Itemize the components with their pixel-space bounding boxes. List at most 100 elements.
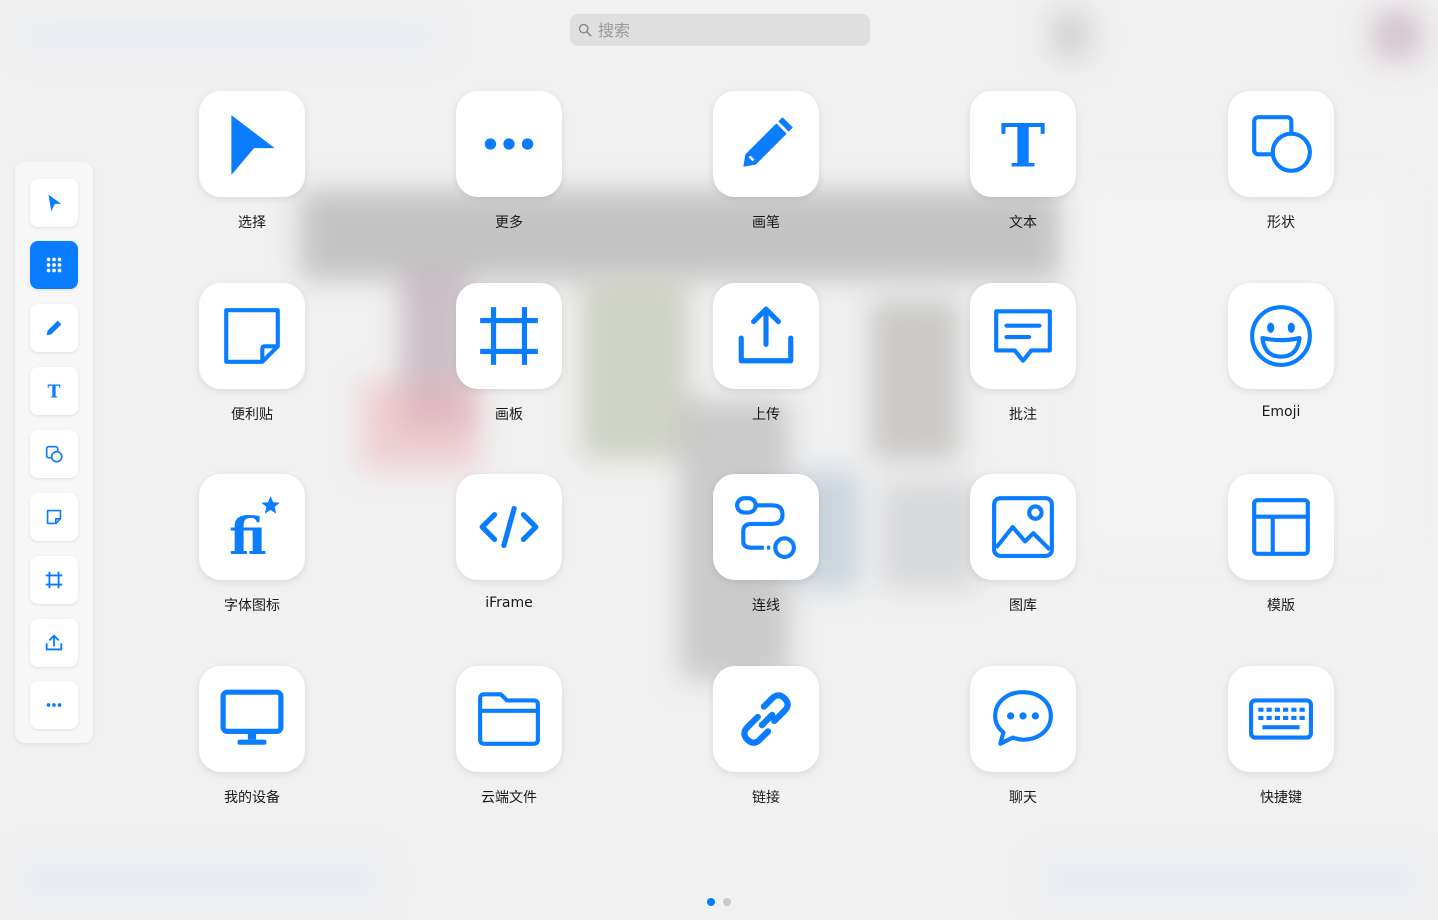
- text-t-icon: T: [1001, 112, 1046, 177]
- app-sticky-note[interactable]: 便利贴: [177, 283, 327, 433]
- search-input[interactable]: [598, 20, 858, 40]
- template-icon: [1252, 498, 1310, 556]
- app-label: 便利贴: [231, 407, 273, 423]
- app-tile[interactable]: [970, 283, 1076, 389]
- app-label: 画板: [495, 407, 523, 423]
- app-text[interactable]: T 文本: [948, 91, 1098, 241]
- tool-shape-button[interactable]: [30, 430, 78, 478]
- app-tile[interactable]: [1228, 474, 1334, 580]
- app-comment[interactable]: 批注: [948, 283, 1098, 433]
- text-t-icon: T: [48, 382, 61, 402]
- search-bar[interactable]: [570, 14, 870, 46]
- app-label: 云端文件: [481, 790, 537, 806]
- app-tile[interactable]: [1228, 91, 1334, 197]
- more-dots-icon: [484, 138, 534, 150]
- tool-sticky-button[interactable]: [30, 493, 78, 541]
- app-tile[interactable]: [199, 666, 305, 772]
- left-toolbar: T: [15, 162, 93, 743]
- app-iframe[interactable]: iFrame: [434, 474, 584, 624]
- keyboard-icon: [1249, 698, 1313, 740]
- app-tile[interactable]: [1228, 666, 1334, 772]
- tool-upload-button[interactable]: [30, 619, 78, 667]
- app-tile[interactable]: [1228, 283, 1334, 389]
- app-select[interactable]: 选择: [177, 91, 327, 241]
- app-label: 字体图标: [224, 598, 280, 614]
- app-tile[interactable]: [199, 283, 305, 389]
- app-cloud-files[interactable]: 云端文件: [434, 666, 584, 816]
- app-label: 模版: [1267, 598, 1295, 614]
- app-label: 链接: [752, 790, 780, 806]
- app-label: 文本: [1009, 215, 1037, 231]
- svg-text:T: T: [1001, 112, 1046, 177]
- app-label: 更多: [495, 215, 523, 231]
- svg-text:T: T: [48, 382, 61, 402]
- app-font-icon[interactable]: fi 字体图标: [177, 474, 327, 624]
- tool-select-button[interactable]: [30, 179, 78, 227]
- app-more[interactable]: 更多: [434, 91, 584, 241]
- app-label: Emoji: [1261, 404, 1301, 420]
- shapes-icon: [45, 445, 63, 463]
- grid-dots-icon: [46, 257, 62, 273]
- app-template[interactable]: 模版: [1206, 474, 1356, 624]
- tool-text-button[interactable]: T: [30, 367, 78, 415]
- app-tile[interactable]: [456, 91, 562, 197]
- app-frame[interactable]: 画板: [434, 283, 584, 433]
- app-label: 形状: [1267, 215, 1295, 231]
- app-tile[interactable]: [456, 666, 562, 772]
- app-tile[interactable]: [713, 474, 819, 580]
- page-dot-2[interactable]: [723, 898, 731, 906]
- shapes-icon: [1252, 115, 1312, 173]
- app-label: 聊天: [1009, 790, 1037, 806]
- app-tile[interactable]: [199, 91, 305, 197]
- tool-frame-button[interactable]: [30, 556, 78, 604]
- app-label: 我的设备: [224, 790, 280, 806]
- app-label: 上传: [752, 407, 780, 423]
- tool-more-button[interactable]: [30, 681, 78, 729]
- sticky-note-icon: [46, 509, 62, 525]
- app-my-device[interactable]: 我的设备: [177, 666, 327, 816]
- app-connector[interactable]: 连线: [691, 474, 841, 624]
- upload-icon: [45, 634, 63, 651]
- app-tile[interactable]: [713, 666, 819, 772]
- font-icon-icon: fi: [229, 496, 280, 560]
- monitor-icon: [220, 689, 284, 745]
- app-label: iFrame: [485, 595, 533, 611]
- pointer-icon: [48, 194, 62, 212]
- tool-pen-button[interactable]: [30, 304, 78, 352]
- app-shape[interactable]: 形状: [1206, 91, 1356, 241]
- page-dot-1[interactable]: [707, 898, 715, 906]
- sticky-note-icon: [224, 308, 280, 364]
- frame-icon: [45, 571, 63, 589]
- app-label: 连线: [752, 598, 780, 614]
- app-label: 批注: [1009, 407, 1037, 423]
- page-indicator: [707, 898, 731, 906]
- app-tile[interactable]: fi: [199, 474, 305, 580]
- app-tile[interactable]: [713, 91, 819, 197]
- code-icon: [479, 505, 539, 549]
- app-tile[interactable]: [970, 666, 1076, 772]
- app-label: 画笔: [752, 215, 780, 231]
- app-tile[interactable]: [456, 283, 562, 389]
- tool-apps-button[interactable]: [30, 241, 78, 289]
- app-label: 图库: [1009, 598, 1037, 614]
- app-emoji[interactable]: Emoji: [1206, 283, 1356, 433]
- upload-icon: [738, 306, 794, 364]
- app-upload[interactable]: 上传: [691, 283, 841, 433]
- app-tile[interactable]: T: [970, 91, 1076, 197]
- connector-icon: [735, 496, 796, 559]
- pencil-icon: [743, 117, 793, 167]
- chat-bubble-icon: [993, 690, 1053, 746]
- comment-icon: [994, 309, 1052, 363]
- app-shortcuts[interactable]: 快捷键: [1206, 666, 1356, 816]
- svg-text:fi: fi: [229, 507, 266, 560]
- link-icon: [741, 692, 791, 746]
- pencil-icon: [46, 320, 62, 336]
- app-gallery[interactable]: 图库: [948, 474, 1098, 624]
- app-chat[interactable]: 聊天: [948, 666, 1098, 816]
- app-link[interactable]: 链接: [691, 666, 841, 816]
- pointer-icon: [231, 115, 275, 175]
- app-tile[interactable]: [970, 474, 1076, 580]
- app-pen[interactable]: 画笔: [691, 91, 841, 241]
- app-tile[interactable]: [713, 283, 819, 389]
- app-tile[interactable]: [456, 474, 562, 580]
